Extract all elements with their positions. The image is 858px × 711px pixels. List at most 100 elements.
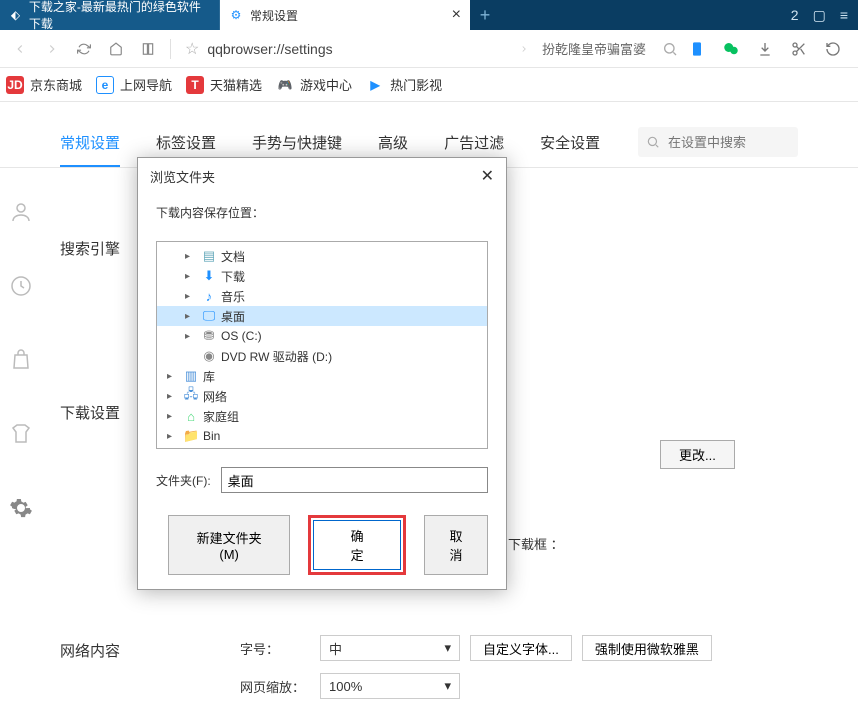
user-icon[interactable] [9,200,33,224]
tree-item-bin[interactable]: ▸📁Bin [157,426,487,446]
forward-button[interactable] [38,35,66,63]
dialog-titlebar: 浏览文件夹 ✕ [138,158,506,194]
tab-active[interactable]: ⚙ 常规设置 × [220,0,470,30]
folder-icon: 📁 [183,428,199,444]
search-hint[interactable]: 扮乾隆皇帝骗富婆 [542,39,646,58]
font-size-select[interactable]: 中▾ [320,635,460,661]
tab-title: 下载之家-最新最热门的绿色软件下载 [29,0,211,32]
close-icon[interactable]: × [452,6,461,24]
shirt-icon[interactable] [9,422,33,446]
custom-font-button[interactable]: 自定义字体... [470,635,572,661]
tab-inactive[interactable]: ⬖ 下载之家-最新最热门的绿色软件下载 [0,0,220,30]
wechat-icon[interactable] [722,40,740,58]
select-value: 100% [329,679,362,694]
change-button[interactable]: 更改... [660,440,735,469]
search-icon[interactable] [656,35,684,63]
desktop-icon: 🖵 [201,308,217,324]
drive-icon: ⛃ [201,328,217,344]
play-icon: ▶ [366,76,384,94]
home-button[interactable] [102,35,130,63]
bookmark-tmall[interactable]: T 天猫精选 [186,75,262,94]
browser-toolbar: ☆ qqbrowser://settings 扮乾隆皇帝骗富婆 [0,30,858,68]
browser-tabs-bar: ⬖ 下载之家-最新最热门的绿色软件下载 ⚙ 常规设置 × + 2 ▢ ≡ [0,0,858,30]
reader-button[interactable] [134,35,162,63]
tree-label: 文档 [221,248,245,265]
tree-item-desktop[interactable]: ▸🖵桌面 [157,306,487,326]
folder-tree[interactable]: ▸▤文档 ▸⬇下载 ▸♪音乐 ▸🖵桌面 ▸⛃OS (C:) ◉DVD RW 驱动… [156,241,488,449]
tree-item-cc[interactable]: ▸📁CC [157,446,487,449]
libraries-icon: ▥ [183,368,199,384]
bookmark-nav[interactable]: e 上网导航 [96,75,172,94]
settings-search-input[interactable] [638,127,798,157]
tree-label: 音乐 [221,288,245,305]
document-icon: ▤ [201,248,217,264]
tree-item-music[interactable]: ▸♪音乐 [157,286,487,306]
bookmark-label: 京东商城 [30,75,82,94]
bag-icon[interactable] [9,348,33,372]
back-button[interactable] [6,35,34,63]
music-icon: ♪ [201,289,217,304]
tree-item-osc[interactable]: ▸⛃OS (C:) [157,326,487,346]
tree-item-docs[interactable]: ▸▤文档 [157,246,487,266]
nav-icon: e [96,76,114,94]
bookmark-label: 天猫精选 [210,75,262,94]
gear-icon[interactable] [9,496,33,520]
select-value: 中 [329,639,342,658]
folder-label: 文件夹(F): [156,472,211,489]
scissors-icon[interactable] [790,40,808,58]
window-minimize-icon[interactable]: ▢ [813,7,826,24]
bookmark-label: 游戏中心 [300,75,352,94]
chevron-down-icon: ▾ [444,640,451,656]
close-icon[interactable]: ✕ [481,166,494,186]
folder-name-input[interactable] [221,467,488,493]
bookmark-label: 上网导航 [120,75,172,94]
window-menu-icon[interactable]: ≡ [840,7,848,23]
homegroup-icon: ⌂ [183,409,199,424]
download-icon[interactable] [756,40,774,58]
tree-item-network[interactable]: ▸🖧网络 [157,386,487,406]
tabs-right-controls: 2 ▢ ≡ [781,0,858,30]
settings-search [638,132,798,167]
tree-item-dvd[interactable]: ◉DVD RW 驱动器 (D:) [157,346,487,366]
tree-label: Bin [203,429,220,443]
zoom-select[interactable]: 100%▾ [320,673,460,699]
phone-icon[interactable] [688,40,706,58]
network-rows: 字号： 中▾ 自定义字体... 强制使用微软雅黑 网页缩放： 100%▾ [240,635,712,711]
address-bar[interactable]: ☆ qqbrowser://settings [179,36,469,62]
bookmark-jd[interactable]: JD京东商城 [6,75,82,94]
clock-icon[interactable] [9,274,33,298]
cancel-button[interactable]: 取消 [424,515,488,575]
search-icon [646,135,660,149]
force-yahei-button[interactable]: 强制使用微软雅黑 [582,635,712,661]
search-dropdown-icon[interactable] [510,35,538,63]
network-icon: 🖧 [183,385,199,407]
tree-item-libs[interactable]: ▸▥库 [157,366,487,386]
tab-title: 常规设置 [250,7,298,24]
bookmark-label: 热门影视 [390,75,442,94]
folder-input-row: 文件夹(F): [156,467,488,493]
gamepad-icon: 🎮 [276,76,294,94]
bookmark-game[interactable]: 🎮 游戏中心 [276,75,352,94]
refresh-button[interactable] [70,35,98,63]
search-hint-text: 扮乾隆皇帝骗富婆 [542,39,646,58]
tab-count-badge[interactable]: 2 [791,7,799,23]
site-favicon-icon: ⬖ [8,7,23,23]
tab-security[interactable]: 安全设置 [540,132,600,167]
section-download: 下载设置 [60,402,120,423]
tree-label: OS (C:) [221,329,262,343]
zoom-label: 网页缩放： [240,677,310,696]
star-icon[interactable]: ☆ [185,39,199,59]
tree-label: 网络 [203,388,227,405]
tree-item-downloads[interactable]: ▸⬇下载 [157,266,487,286]
new-tab-button[interactable]: + [470,0,500,30]
tmall-icon: T [186,76,204,94]
tree-item-homegroup[interactable]: ▸⌂家庭组 [157,406,487,426]
url-text: qqbrowser://settings [207,41,332,57]
undo-icon[interactable] [824,40,842,58]
folder-icon: 📁 [183,448,199,449]
font-size-label: 字号： [240,639,310,658]
tab-general[interactable]: 常规设置 [60,132,120,167]
ok-button[interactable]: 确定 [313,520,401,570]
new-folder-button[interactable]: 新建文件夹(M) [168,515,290,575]
bookmark-video[interactable]: ▶ 热门影视 [366,75,442,94]
